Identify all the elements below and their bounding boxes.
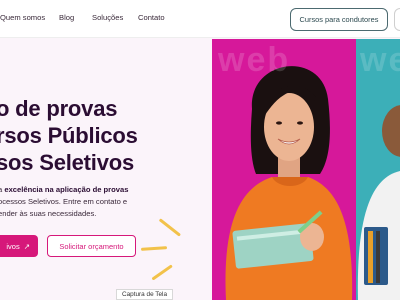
hero-photo-man: web	[356, 39, 400, 300]
hero-paragraph-line-2: ocessos Seletivos. Entre em contato e	[0, 197, 128, 206]
hero-photo-woman: web	[212, 39, 356, 300]
watermark-text: web	[218, 41, 291, 79]
nav-item-contato[interactable]: Contato	[138, 13, 165, 22]
hero-paragraph-highlight: excelência na aplicação de provas	[4, 185, 129, 194]
arrow-up-right-icon: ↗	[23, 241, 30, 251]
hero-section: o de provas rsos Públicos sos Seletivos …	[0, 39, 212, 300]
primary-cta-label: ivos	[6, 241, 20, 251]
hero-title-line-2: rsos Públicos	[0, 123, 138, 148]
nav-item-blog[interactable]: Blog	[59, 13, 74, 22]
hero-title-line-3: sos Seletivos	[0, 150, 135, 175]
screen-capture-tooltip: Captura de Tela	[116, 289, 174, 300]
nav-item-quem-somos[interactable]: Quem somos	[0, 13, 45, 22]
nav-item-solucoes[interactable]: Soluções	[92, 13, 123, 22]
spark-decoration	[151, 264, 173, 281]
hero-paragraph-line-1: a excelência na aplicação de provas	[0, 185, 129, 194]
courses-for-drivers-button[interactable]: Cursos para condutores	[290, 8, 388, 31]
hero-title-line-1: o de provas	[0, 96, 118, 121]
spark-decoration	[158, 218, 182, 237]
watermark-text: web	[360, 41, 400, 79]
site-header: Quem somos Blog Soluções Contato Cursos …	[0, 0, 400, 38]
primary-cta-button[interactable]: ivos ↗	[0, 235, 38, 257]
request-quote-button[interactable]: Solicitar orçamento	[47, 235, 136, 257]
spark-decoration	[140, 246, 168, 251]
header-secondary-button[interactable]	[394, 8, 400, 31]
hero-paragraph-line-3: ender às suas necessidades.	[0, 209, 97, 218]
